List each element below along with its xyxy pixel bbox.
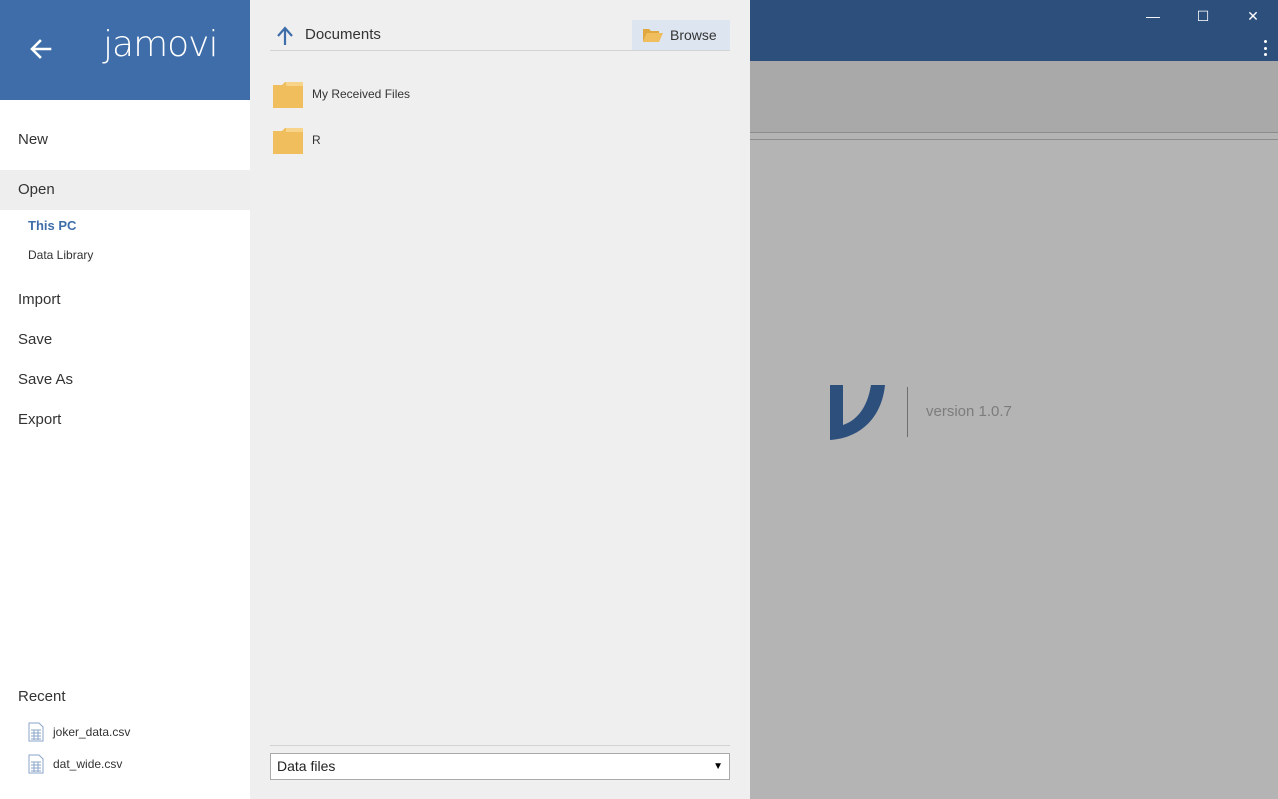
browse-button[interactable]: Browse — [632, 20, 730, 50]
folder-item[interactable]: My Received Files — [272, 79, 410, 109]
divider — [270, 745, 730, 746]
folder-icon — [273, 128, 303, 154]
browse-label: Browse — [670, 27, 717, 43]
menu-subitem-this-pc[interactable]: This PC — [28, 218, 76, 233]
menu-item-new[interactable]: New — [0, 120, 250, 160]
folder-icon — [273, 82, 303, 108]
csv-file-icon — [28, 754, 44, 774]
divider — [750, 132, 1278, 133]
menu-item-export[interactable]: Export — [0, 400, 250, 440]
folder-name: R — [312, 133, 321, 147]
arrow-left-icon[interactable] — [28, 36, 54, 62]
file-type-value: Data files — [277, 758, 336, 774]
version-label: version 1.0.7 — [926, 403, 1012, 420]
maximize-button[interactable]: ☐ — [1178, 0, 1228, 32]
splash-divider — [907, 387, 908, 437]
kebab-menu-icon[interactable] — [1262, 40, 1268, 56]
recent-file-name: joker_data.csv — [53, 725, 131, 739]
path-bar: Documents Browse — [270, 20, 730, 51]
divider — [750, 139, 1278, 140]
file-type-select[interactable]: Data files ▼ — [270, 753, 730, 780]
menu-header: jamovi — [0, 0, 250, 100]
arrow-up-icon[interactable] — [276, 26, 294, 46]
folder-name: My Received Files — [312, 87, 411, 101]
menu-item-save[interactable]: Save — [0, 320, 250, 360]
recent-file[interactable]: joker_data.csv — [28, 722, 130, 742]
folder-open-icon — [643, 29, 663, 42]
brand-logo: jamovi — [103, 24, 218, 65]
recent-file-name: dat_wide.csv — [53, 757, 123, 771]
menu-item-save-as[interactable]: Save As — [0, 360, 250, 400]
chevron-down-icon: ▼ — [713, 761, 723, 772]
menu-item-import[interactable]: Import — [0, 280, 250, 320]
window-controls: — ☐ ✕ — [1128, 0, 1278, 32]
main-menu-panel: jamovi New Open This PC Data Library Imp… — [0, 0, 250, 799]
minimize-button[interactable]: — — [1128, 0, 1178, 32]
ribbon-area — [750, 61, 1278, 133]
menu-subitem-data-library[interactable]: Data Library — [28, 248, 93, 262]
menu-item-open[interactable]: Open — [0, 170, 250, 210]
current-path: Documents — [305, 26, 381, 43]
csv-file-icon — [28, 722, 44, 742]
file-browser-panel: Documents Browse My Received Files R Dat… — [250, 0, 750, 799]
jamovi-logo-icon — [830, 385, 885, 440]
recent-heading: Recent — [18, 688, 66, 705]
folder-item[interactable]: R — [272, 125, 321, 155]
close-button[interactable]: ✕ — [1228, 0, 1278, 32]
recent-file[interactable]: dat_wide.csv — [28, 754, 122, 774]
